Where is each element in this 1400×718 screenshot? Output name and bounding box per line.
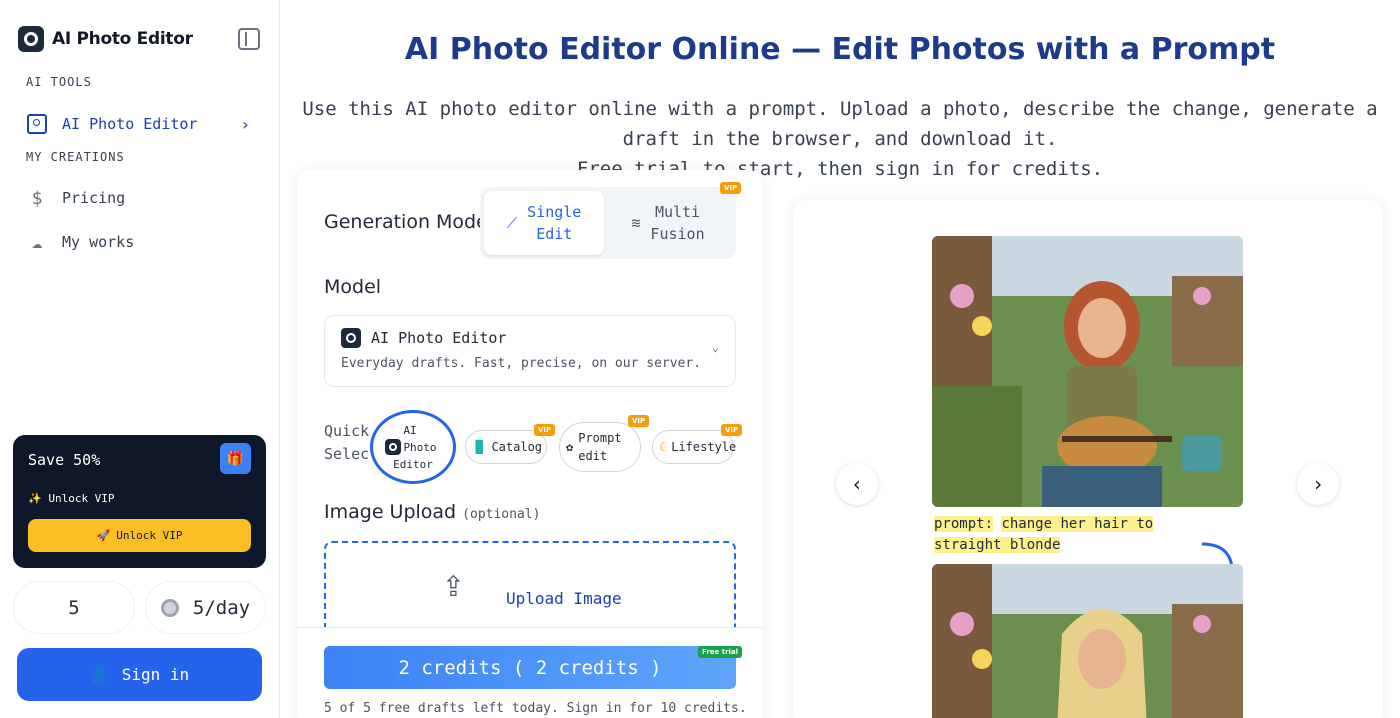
dollar-icon: $ (31, 187, 43, 209)
model-label: Model (324, 276, 382, 298)
section-label-tools: AI TOOLS (26, 75, 92, 89)
before-image (932, 236, 1243, 507)
mode-switch: ⟋ Single Edit ≋ Multi Fusion (480, 187, 736, 259)
chevron-right-icon: › (240, 114, 250, 134)
unlock-vip-label: Unlock VIP (116, 529, 183, 542)
daily-quota: 5/day (145, 581, 266, 634)
mode-label: Multi Fusion (650, 203, 705, 243)
sidebar: AI Photo Editor AI TOOLS AI Photo Editor… (0, 0, 280, 718)
daily-quota-value: 5/day (192, 596, 251, 619)
rocket-icon: 🚀 (96, 529, 111, 542)
app-logo-icon (341, 328, 361, 348)
chevron-right-icon[interactable]: › (1297, 463, 1339, 505)
free-drafts-note: 5 of 5 free drafts left today. Sign in f… (324, 701, 747, 716)
page-title: AI Photo Editor Online — Edit Photos wit… (404, 32, 1276, 67)
sidebar-item-label: AI Photo Editor (62, 115, 198, 133)
image-upload-label: Image Upload (optional) (324, 501, 541, 523)
promo-subtitle: ✨ Unlock VIP (28, 492, 115, 505)
sidebar-item-pricing[interactable]: $ Pricing (14, 180, 266, 216)
brand-name: AI Photo Editor (52, 29, 193, 49)
credits-count: 5 (13, 581, 135, 634)
cloud-icon: ☁ (31, 231, 43, 253)
gift-icon[interactable]: 🎁 (220, 443, 251, 474)
promo-title: Save 50% (28, 451, 101, 469)
example-prompt-caption: prompt: change her hair to straight blon… (934, 516, 1154, 553)
model-name-text: AI Photo Editor (371, 329, 507, 347)
upload-icon: ⇪ (442, 561, 465, 605)
sidebar-toggle-icon[interactable] (238, 28, 260, 50)
sign-in-button[interactable]: 👤 Sign in (17, 648, 262, 701)
coin-icon (160, 598, 179, 617)
vip-badge: VIP (721, 424, 743, 436)
vip-badge: VIP (720, 182, 742, 194)
chart-icon: ▐▌ (472, 440, 487, 454)
generate-button[interactable]: 2 credits ( 2 credits ) (324, 646, 736, 689)
mode-multi-fusion[interactable]: ≋ Multi Fusion (608, 191, 728, 255)
after-image (932, 564, 1243, 718)
user-icon: 👤 (89, 665, 110, 684)
moon-icon: ☾ (659, 440, 667, 454)
vip-promo-card: Save 50% 🎁 ✨ Unlock VIP 🚀 Unlock VIP (13, 435, 266, 568)
model-description: Everyday drafts. Fast, precise, on our s… (341, 356, 702, 371)
app-logo-icon (18, 26, 44, 52)
upload-image-link[interactable]: Upload Image (506, 589, 622, 608)
sidebar-item-label: Pricing (62, 189, 126, 207)
brand-logo-link[interactable]: AI Photo Editor (18, 26, 193, 52)
image-icon (26, 113, 48, 135)
model-select[interactable]: AI Photo Editor Everyday drafts. Fast, p… (324, 315, 736, 387)
model-name: AI Photo Editor (341, 328, 506, 348)
app-logo-icon (385, 439, 402, 455)
chevron-down-icon: ⌄ (711, 340, 719, 354)
example-preview-carousel: ‹ › prompt: change her hair to straight … (793, 200, 1383, 718)
image-upload-dropzone[interactable]: ⇪ Upload Image (324, 541, 736, 641)
magic-wand-icon: ⟋ (506, 214, 518, 232)
lead-line-1: Use this AI photo editor online with a p… (302, 98, 1378, 150)
section-label-creations: MY CREATIONS (26, 150, 125, 164)
sign-in-label: Sign in (121, 665, 190, 684)
chevron-left-icon[interactable]: ‹ (836, 463, 878, 505)
quick-chip-prompt-edit[interactable]: ✿ Prompt edit (559, 422, 641, 472)
layers-icon: ≋ (631, 214, 641, 232)
unlock-vip-button[interactable]: 🚀 Unlock VIP (28, 519, 251, 552)
generation-mode-label: Generation Mode (324, 211, 488, 233)
openai-icon: ✿ (566, 440, 574, 454)
mode-single-edit[interactable]: ⟋ Single Edit (484, 191, 604, 255)
sidebar-item-label: My works (62, 233, 135, 251)
generate-bar: 2 credits ( 2 credits ) Free trial 5 of … (297, 627, 763, 718)
quick-chip-ai-photo-editor[interactable]: AI Photo Editor (370, 410, 456, 484)
free-trial-badge: Free trial (698, 646, 743, 658)
mode-label: Single Edit (527, 203, 582, 243)
credits-count-value: 5 (68, 596, 80, 619)
vip-badge: VIP (628, 415, 650, 427)
sidebar-item-ai-photo-editor[interactable]: AI Photo Editor › (14, 106, 266, 142)
sidebar-item-my-works[interactable]: ☁ My works (14, 224, 266, 260)
promo-subtitle-text: Unlock VIP (48, 492, 115, 505)
vip-badge: VIP (534, 424, 556, 436)
